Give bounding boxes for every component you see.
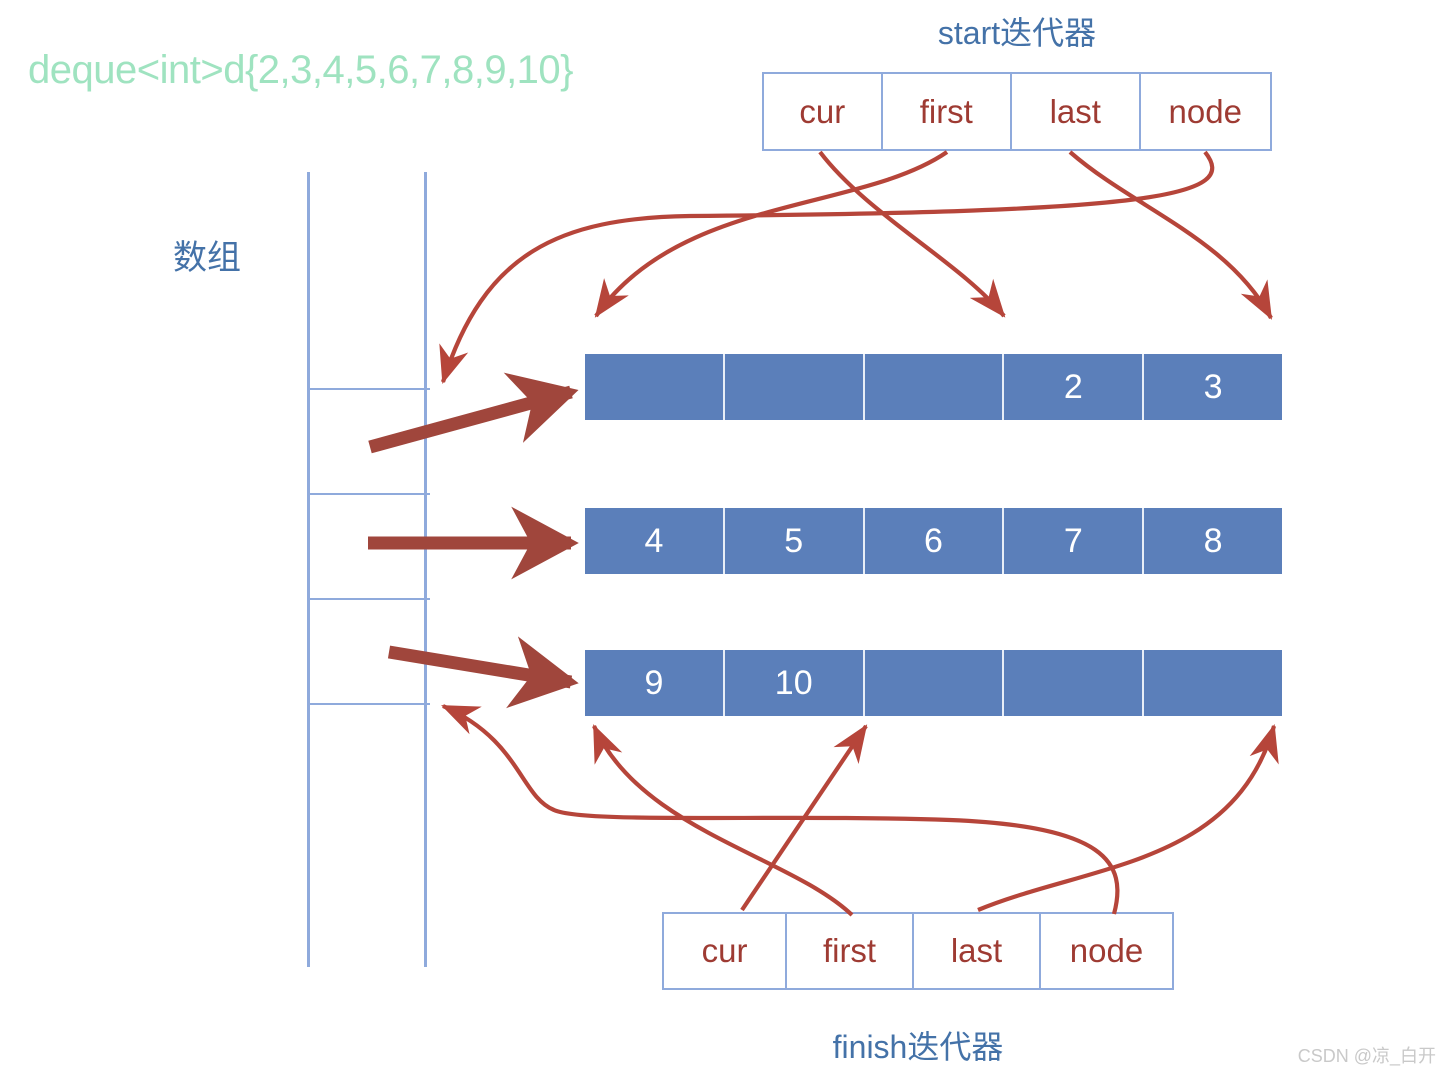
buffer-1-cell-3: 2: [1004, 354, 1145, 420]
buffer-1: 2 3: [585, 354, 1282, 420]
arrow-start-node: [439, 150, 1215, 385]
map-divider-4: [310, 703, 430, 705]
arrow-finish-last: [977, 723, 1279, 912]
map-divider-3: [310, 598, 430, 600]
buffer-2-cell-1: 5: [725, 508, 865, 574]
diagram-canvas: deque<int>d{2,3,4,5,6,7,8,9,10} start迭代器…: [0, 0, 1448, 1080]
map-divider-2: [310, 493, 430, 495]
buffer-2-cell-0: 4: [585, 508, 725, 574]
finish-iterator-title: finish迭代器: [832, 1029, 1004, 1065]
buffer-3-cell-2: [865, 650, 1005, 716]
start-field-first[interactable]: first: [882, 74, 1013, 149]
finish-field-node[interactable]: node: [1041, 914, 1172, 988]
buffer-3-cell-3: [1004, 650, 1145, 716]
buffer-2-cell-4: 8: [1203, 521, 1223, 560]
buffer-3: 9 10: [585, 650, 1282, 716]
arrow-finish-cur: [740, 724, 868, 912]
csdn-watermark: CSDN @凉_白开: [1297, 1046, 1436, 1066]
map-column: [307, 172, 430, 967]
start-field-cur[interactable]: cur: [764, 74, 883, 149]
buffer-2-cell-3: 7: [1004, 508, 1145, 574]
start-iterator-title: start迭代器: [937, 15, 1097, 51]
arrow-finish-node: [441, 704, 1120, 915]
finish-field-last[interactable]: last: [914, 914, 1042, 988]
map-divider-1: [310, 388, 430, 390]
finish-field-first[interactable]: first: [787, 914, 915, 988]
finish-field-cur[interactable]: cur: [664, 914, 788, 988]
arrow-start-first: [594, 150, 949, 318]
start-field-node[interactable]: node: [1140, 74, 1270, 149]
buffer-2: 4 5 6 7 8: [585, 508, 1282, 574]
buffer-1-cell-1: [725, 354, 865, 420]
deque-declaration-label: deque<int>d{2,3,4,5,6,7,8,9,10}: [28, 48, 574, 92]
start-field-last[interactable]: last: [1012, 74, 1141, 149]
buffer-1-cell-0: [585, 354, 725, 420]
buffer-1-cell-4: 3: [1203, 367, 1223, 406]
finish-iterator-box: cur first last node: [662, 912, 1174, 990]
buffer-3-cell-4: [1144, 650, 1282, 716]
buffer-1-cell-2: [865, 354, 1005, 420]
arrow-start-cur: [818, 150, 1006, 318]
arrow-finish-first: [592, 724, 854, 917]
array-label: 数组: [173, 239, 241, 277]
buffer-2-cell-2: 6: [865, 508, 1005, 574]
start-iterator-box: cur first last node: [762, 72, 1272, 151]
arrow-start-last: [1068, 150, 1273, 320]
buffer-3-cell-1: 10: [725, 650, 865, 716]
buffer-3-cell-0: 9: [585, 650, 725, 716]
